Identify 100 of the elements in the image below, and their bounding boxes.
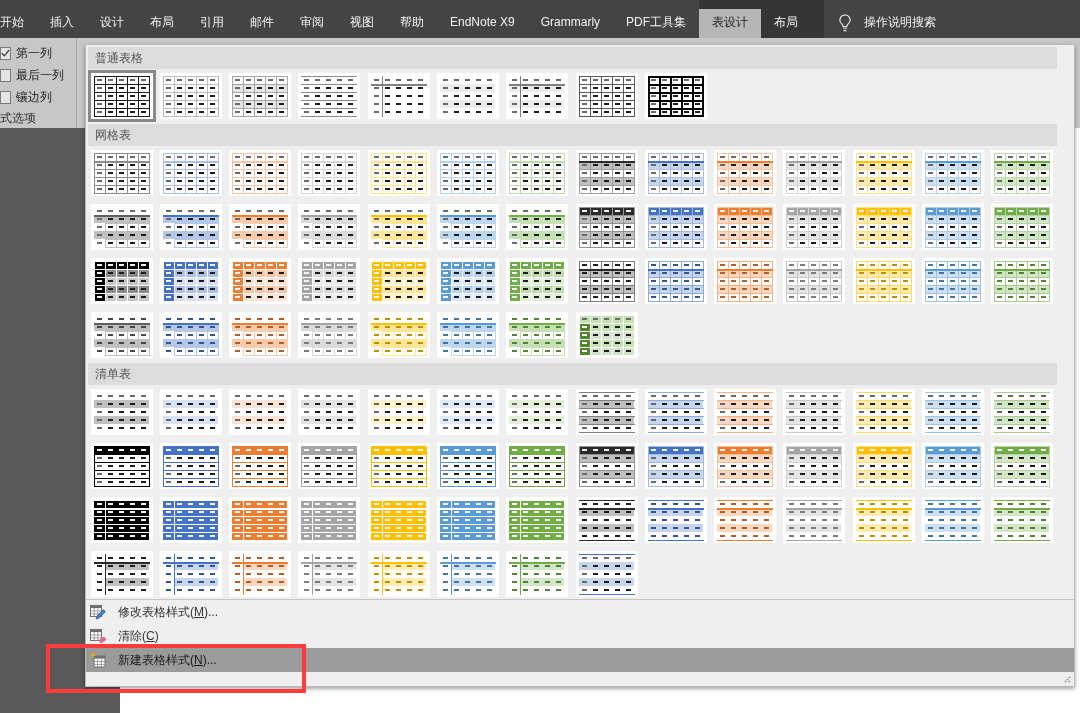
table-icon[interactable]: [367, 443, 430, 489]
table-icon[interactable]: [298, 258, 361, 304]
table-icon[interactable]: [159, 150, 222, 196]
table-icon[interactable]: [90, 204, 153, 250]
table-icon[interactable]: [506, 73, 569, 119]
checkbox[interactable]: [0, 68, 11, 82]
table-icon[interactable]: [367, 150, 430, 196]
table-icon[interactable]: [90, 258, 153, 304]
table-icon[interactable]: [575, 204, 638, 250]
table-icon[interactable]: [90, 389, 153, 435]
table-icon[interactable]: [90, 443, 153, 489]
ribbon-tab[interactable]: Grammarly: [527, 9, 614, 38]
table-icon[interactable]: [783, 204, 846, 250]
tell-me-search[interactable]: 操作说明搜索: [827, 9, 941, 38]
table-icon[interactable]: [506, 150, 569, 196]
table-icon[interactable]: [298, 443, 361, 489]
table-icon[interactable]: [991, 150, 1054, 196]
table-icon[interactable]: [852, 443, 915, 489]
ribbon-tab[interactable]: 帮助: [387, 9, 437, 38]
ribbon-tab[interactable]: 邮件: [237, 9, 287, 38]
table-icon[interactable]: [229, 389, 292, 435]
table-icon[interactable]: [852, 204, 915, 250]
table-icon[interactable]: [159, 312, 222, 358]
ribbon-tab[interactable]: 布局: [761, 9, 812, 38]
table-icon[interactable]: [229, 258, 292, 304]
table-icon[interactable]: [575, 551, 638, 597]
table-icon[interactable]: [575, 443, 638, 489]
table-icon[interactable]: [575, 73, 638, 119]
table-icon[interactable]: [922, 204, 985, 250]
checkbox[interactable]: [0, 90, 11, 104]
table-icon[interactable]: [852, 389, 915, 435]
table-icon[interactable]: [644, 204, 707, 250]
table-icon[interactable]: [159, 73, 222, 119]
table-icon[interactable]: [437, 258, 499, 304]
table-icon[interactable]: [644, 258, 707, 304]
table-icon[interactable]: [298, 73, 361, 119]
table-icon[interactable]: [159, 258, 222, 304]
table-icon[interactable]: [298, 150, 361, 196]
table-icon[interactable]: [437, 73, 499, 119]
table-icon[interactable]: [437, 204, 499, 250]
table-icon[interactable]: [644, 497, 707, 543]
table-icon[interactable]: [159, 389, 222, 435]
table-icon[interactable]: [229, 150, 292, 196]
menu-item[interactable]: 清除(C): [86, 624, 1074, 648]
table-icon[interactable]: [991, 389, 1054, 435]
table-icon[interactable]: [714, 150, 777, 196]
table-icon[interactable]: [87, 70, 156, 122]
table-icon[interactable]: [922, 150, 985, 196]
table-icon[interactable]: [506, 258, 569, 304]
table-icon[interactable]: [90, 150, 153, 196]
ribbon-tab[interactable]: PDF工具集: [613, 9, 700, 38]
table-icon[interactable]: [437, 443, 499, 489]
ribbon-tab[interactable]: 视图: [337, 9, 387, 38]
table-icon[interactable]: [575, 258, 638, 304]
table-icon[interactable]: [506, 389, 569, 435]
ribbon-tab[interactable]: 审阅: [287, 9, 337, 38]
table-icon[interactable]: [506, 204, 569, 250]
table-icon[interactable]: [714, 389, 777, 435]
table-icon[interactable]: [298, 389, 361, 435]
ribbon-tab[interactable]: EndNote X9: [437, 9, 528, 38]
table-icon[interactable]: [437, 150, 499, 196]
table-icon[interactable]: [575, 389, 638, 435]
table-icon[interactable]: [367, 389, 430, 435]
ribbon-tab[interactable]: 布局: [137, 9, 187, 38]
table-icon[interactable]: [159, 443, 222, 489]
ribbon-tab[interactable]: 开始: [0, 9, 37, 38]
table-icon[interactable]: [644, 443, 707, 489]
table-icon[interactable]: [714, 204, 777, 250]
table-icon[interactable]: [783, 389, 846, 435]
table-icon[interactable]: [714, 443, 777, 489]
menu-item[interactable]: 新建表格样式(N)...: [86, 648, 1074, 672]
table-icon[interactable]: [437, 389, 499, 435]
table-icon[interactable]: [783, 150, 846, 196]
table-icon[interactable]: [298, 204, 361, 250]
table-icon[interactable]: [991, 204, 1054, 250]
ribbon-tab[interactable]: 表设计: [699, 9, 762, 38]
table-icon[interactable]: [229, 443, 292, 489]
table-icon[interactable]: [90, 497, 153, 543]
menu-item[interactable]: 修改表格样式(M)...: [86, 600, 1074, 624]
table-icon[interactable]: [922, 389, 985, 435]
table-icon[interactable]: [367, 204, 430, 250]
table-icon[interactable]: [852, 150, 915, 196]
table-icon[interactable]: [991, 443, 1054, 489]
table-icon[interactable]: [506, 443, 569, 489]
ribbon-tab[interactable]: 设计: [87, 9, 137, 38]
table-icon[interactable]: [783, 443, 846, 489]
checkbox[interactable]: [0, 46, 11, 60]
table-icon[interactable]: [644, 73, 707, 119]
ribbon-tab[interactable]: 插入: [37, 9, 87, 38]
table-icon[interactable]: [644, 389, 707, 435]
table-icon[interactable]: [575, 150, 638, 196]
table-icon[interactable]: [922, 443, 985, 489]
table-icon[interactable]: [90, 551, 153, 597]
ribbon-tab[interactable]: 引用: [187, 9, 237, 38]
table-icon[interactable]: [367, 258, 430, 304]
table-icon[interactable]: [367, 73, 430, 119]
table-icon[interactable]: [159, 204, 222, 250]
table-icon[interactable]: [90, 312, 153, 358]
table-icon[interactable]: [644, 150, 707, 196]
table-icon[interactable]: [575, 312, 638, 358]
